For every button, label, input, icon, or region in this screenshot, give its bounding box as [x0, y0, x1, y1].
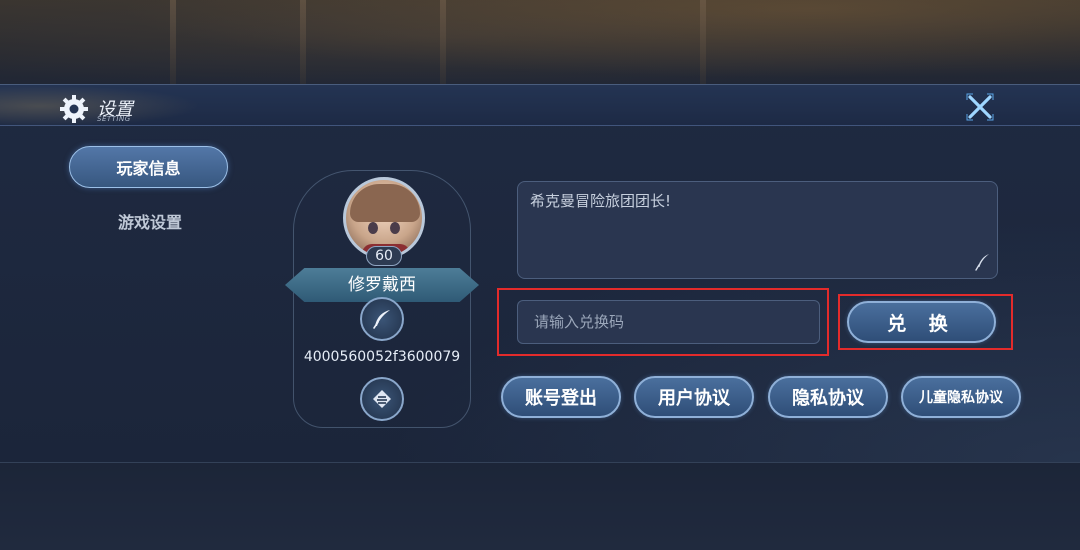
background-floor	[0, 462, 1080, 550]
rank-button[interactable]	[360, 377, 404, 421]
signature-text[interactable]: 希克曼冒险旅团团长!	[517, 181, 998, 279]
background-scene	[0, 0, 1080, 90]
redeem-button[interactable]: 兑 换	[847, 301, 996, 343]
rank-emblem-icon	[373, 390, 391, 408]
user-agreement-button[interactable]: 用户协议	[634, 376, 754, 418]
close-icon[interactable]	[962, 89, 998, 125]
tab-player-info[interactable]: 玩家信息	[69, 146, 228, 188]
player-id: 4000560052f3600079	[303, 349, 461, 365]
logout-button[interactable]: 账号登出	[501, 376, 621, 418]
gear-icon	[60, 95, 88, 123]
background-column	[700, 0, 706, 90]
privacy-policy-button[interactable]: 隐私协议	[768, 376, 888, 418]
redeem-code-input[interactable]	[517, 300, 820, 344]
settings-header: 设置 SETTING	[0, 84, 1080, 127]
child-privacy-button[interactable]: 儿童隐私协议	[901, 376, 1021, 418]
page-subtitle: SETTING	[97, 115, 131, 123]
avatar-hair	[350, 184, 420, 222]
avatar-eye	[390, 222, 400, 234]
background-column	[440, 0, 446, 90]
settings-panel: 设置 SETTING 玩家信息 游戏设置 60 修罗戴西 4000560052f…	[0, 84, 1080, 462]
edit-profile-button[interactable]	[360, 297, 404, 341]
level-badge: 60	[366, 246, 402, 266]
tab-game-settings[interactable]: 游戏设置	[70, 201, 230, 241]
background-column	[300, 0, 306, 90]
avatar-eye	[368, 222, 378, 234]
quill-pen-icon[interactable]	[973, 252, 991, 272]
background-column	[170, 0, 176, 90]
quill-pen-icon	[373, 310, 390, 329]
